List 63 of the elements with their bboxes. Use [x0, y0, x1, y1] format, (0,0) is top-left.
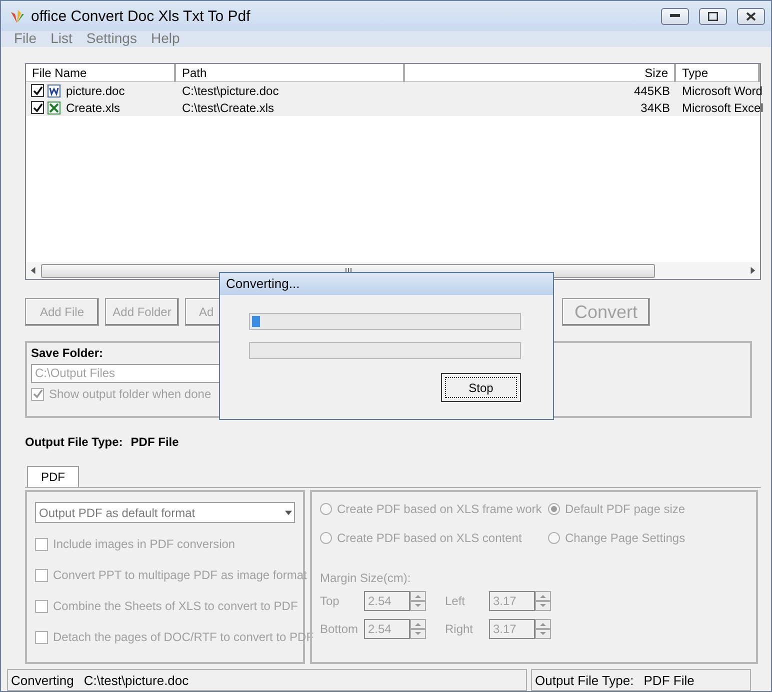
- status-text: PDF File: [644, 672, 694, 688]
- checkbox-label: Show output folder when done: [49, 387, 212, 401]
- table-cell-text: Microsoft Excel: [681, 100, 764, 114]
- table-cell-text: C:\test\Create.xls: [181, 100, 276, 114]
- minimize-button[interactable]: [661, 8, 689, 24]
- maximize-button[interactable]: [699, 8, 727, 24]
- status-text: C:\test\picture.doc: [84, 672, 189, 688]
- tab[interactable]: PDF: [27, 466, 79, 487]
- app-icon: [9, 8, 25, 24]
- checkbox-label: Detach the pages of DOC/RTF to convert to PDF: [53, 630, 314, 644]
- checkbox[interactable]: [31, 101, 44, 114]
- table-cell-text: 34KB: [640, 100, 671, 114]
- radio-label: Default PDF page size: [565, 502, 686, 516]
- checkbox-label: Combine the Sheets of XLS to convert to PDF: [53, 599, 298, 613]
- format-dropdown[interactable]: Output PDF as default format: [35, 502, 295, 523]
- group-title: Save Folder:: [31, 346, 104, 360]
- status-text: Converting: [11, 672, 74, 688]
- status-text: Output File Type:: [535, 672, 634, 688]
- radio-button[interactable]: [548, 532, 560, 544]
- table-cell-text: C:\test\picture.doc: [181, 84, 280, 98]
- dropdown-arrow-icon[interactable]: [285, 509, 292, 516]
- menu-item[interactable]: Help: [144, 31, 187, 47]
- maximize-icon: [708, 12, 718, 20]
- table-cell-text: Microsoft Word: [681, 84, 764, 98]
- radio-label: Create PDF based on XLS content: [337, 531, 522, 545]
- margin-field[interactable]: 2.54: [364, 619, 410, 639]
- checkbox-label: Include images in PDF conversion: [53, 537, 236, 551]
- spin-buttons[interactable]: [535, 591, 551, 611]
- menu-item[interactable]: List: [44, 31, 80, 47]
- menu-item[interactable]: File: [7, 31, 44, 47]
- radio-label: Change Page Settings: [565, 531, 686, 545]
- radio-button[interactable]: [320, 532, 332, 544]
- margin-title: Margin Size(cm):: [320, 571, 412, 585]
- margin-field[interactable]: 2.54: [364, 591, 410, 611]
- margin-label: Left: [445, 594, 466, 608]
- close-icon: [746, 12, 756, 20]
- scroll-right-icon[interactable]: [749, 267, 756, 274]
- radio-label: Create PDF based on XLS frame work: [337, 502, 542, 516]
- document-icon: [47, 84, 61, 98]
- radio-button[interactable]: [548, 503, 560, 515]
- margin-label: Top: [320, 594, 340, 608]
- dialog-title: Converting...: [220, 273, 553, 295]
- scroll-left-icon[interactable]: [30, 267, 37, 274]
- margin-label: Bottom: [320, 622, 360, 636]
- spin-buttons[interactable]: [410, 619, 426, 639]
- spin-buttons[interactable]: [410, 591, 426, 611]
- stop-button[interactable]: Stop: [441, 373, 521, 402]
- file-name: Create.xls: [65, 100, 122, 114]
- minimize-icon: [670, 14, 680, 18]
- file-name: picture.doc: [65, 84, 126, 98]
- output-type-label: Output File Type:: [25, 435, 123, 449]
- spreadsheet-icon: [47, 100, 61, 114]
- margin-field[interactable]: 3.17: [489, 591, 535, 611]
- close-button[interactable]: [737, 8, 765, 24]
- table-cell-text: 445KB: [632, 84, 671, 98]
- output-type-value: PDF File: [130, 435, 179, 449]
- margin-label: Right: [445, 622, 474, 636]
- menu-item[interactable]: Settings: [79, 31, 144, 47]
- margin-field[interactable]: 3.17: [489, 619, 535, 639]
- spin-buttons[interactable]: [535, 619, 551, 639]
- window-title: office Convert Doc Xls Txt To Pdf: [31, 8, 252, 24]
- radio-button[interactable]: [320, 503, 332, 515]
- checkbox[interactable]: [31, 84, 44, 97]
